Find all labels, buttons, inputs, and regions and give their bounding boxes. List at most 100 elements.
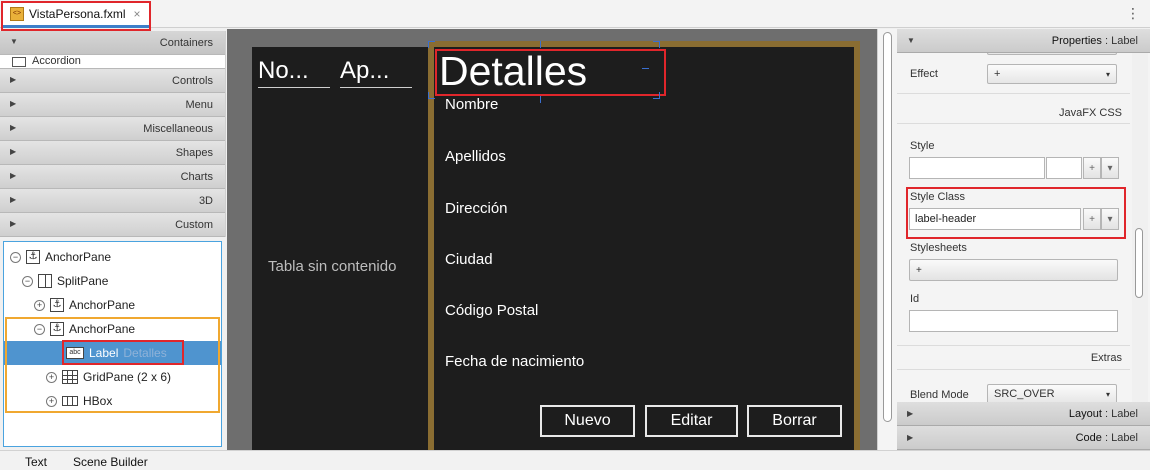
canvas-scroll-thumb[interactable]	[883, 32, 892, 422]
tree-node-anchorpane-root[interactable]: − ⚓ AnchorPane	[10, 247, 111, 267]
borrar-button[interactable]: Borrar	[747, 405, 842, 437]
code-section-header[interactable]: ▶ Code : Label	[897, 426, 1150, 450]
effect-combo[interactable]: + ▾	[987, 64, 1117, 84]
collapse-toggle-icon[interactable]: −	[22, 275, 33, 287]
field-label-direccion: Dirección	[445, 200, 508, 217]
tree-node-anchorpane-left[interactable]: + ⚓ AnchorPane	[34, 295, 135, 315]
field-label-codigo-postal: Código Postal	[445, 302, 539, 319]
tab-text[interactable]: Text	[25, 455, 47, 469]
properties-section-header[interactable]: ▼ Properties : Label	[897, 29, 1150, 53]
field-label-apellidos: Apellidos	[445, 148, 506, 165]
expand-toggle-icon[interactable]: +	[34, 299, 45, 311]
layout-section-header[interactable]: ▶ Layout : Label	[897, 402, 1150, 426]
selection-handle[interactable]	[653, 41, 660, 48]
expand-toggle-icon[interactable]: +	[46, 371, 57, 383]
separator	[897, 123, 1130, 124]
field-label-ciudad: Ciudad	[445, 251, 493, 268]
library-section-controls[interactable]: ▶ Controls	[0, 69, 225, 93]
library-section-menu[interactable]: ▶ Menu	[0, 93, 225, 117]
anchor-icon: ⚓	[50, 322, 64, 336]
separator	[897, 345, 1130, 346]
anchor-icon: ⚓	[26, 250, 40, 264]
table-column-nombre[interactable]: No...	[258, 57, 330, 88]
library-section-3d[interactable]: ▶ 3D	[0, 189, 225, 213]
blend-mode-combo[interactable]: SRC_OVER ▾	[987, 384, 1117, 403]
collapse-toggle-icon[interactable]: −	[10, 251, 21, 263]
blend-mode-value: SRC_OVER	[994, 388, 1055, 400]
tree-node-hbox[interactable]: + HBox	[46, 391, 112, 411]
expand-toggle-icon[interactable]: +	[46, 395, 57, 407]
document-tab[interactable]: <> VistaPersona.fxml ×	[2, 2, 150, 28]
code-title: Code	[1075, 431, 1102, 444]
tree-node-anchorpane-right[interactable]: − ⚓ AnchorPane	[34, 319, 135, 339]
more-options-icon[interactable]: ⋮	[1126, 6, 1140, 20]
library-section-label: 3D	[198, 194, 213, 207]
close-tab-icon[interactable]: ×	[134, 7, 141, 21]
canvas-vertical-scrollbar[interactable]	[877, 29, 897, 450]
tree-node-gridpane[interactable]: + GridPane (2 x 6)	[46, 367, 171, 387]
tree-node-label: AnchorPane	[45, 250, 112, 264]
tree-node-label: GridPane (2 x 6)	[83, 370, 172, 384]
collapse-toggle-icon[interactable]: −	[34, 323, 45, 335]
table-empty-message: Tabla sin contenido	[268, 258, 397, 275]
tree-node-label-detalles[interactable]: abc Label Detalles	[66, 343, 167, 363]
properties-title: Properties	[1051, 34, 1102, 47]
selection-handle[interactable]	[540, 41, 547, 48]
style-class-input[interactable]: label-header	[909, 208, 1081, 230]
library-section-label: Shapes	[175, 146, 213, 159]
table-column-apellidos[interactable]: Ap...	[340, 57, 412, 88]
selection-handle[interactable]	[653, 92, 660, 99]
stylesheets-label: Stylesheets	[910, 242, 967, 254]
accordion-icon	[12, 57, 26, 67]
document-tab-title: VistaPersona.fxml	[29, 6, 126, 21]
selection-handle[interactable]	[642, 68, 649, 75]
table-pane	[252, 47, 428, 450]
grid-pane-icon	[62, 370, 78, 384]
tree-node-splitpane[interactable]: − SplitPane	[22, 271, 108, 291]
chevron-right-icon: ▶	[907, 433, 914, 442]
inspector-scroll-thumb[interactable]	[1135, 228, 1143, 298]
selection-handle[interactable]	[428, 92, 435, 99]
library-section-shapes[interactable]: ▶ Shapes	[0, 141, 225, 165]
chevron-right-icon: ▶	[10, 99, 17, 108]
extras-section-label: Extras	[1090, 352, 1122, 364]
style-input[interactable]	[909, 157, 1045, 179]
library-section-custom[interactable]: ▶ Custom	[0, 213, 225, 237]
library-section-charts[interactable]: ▶ Charts	[0, 165, 225, 189]
details-header-label[interactable]: Detalles	[439, 46, 587, 96]
library-section-label: Containers	[159, 36, 213, 49]
dropdown-arrow-icon: ▾	[1105, 390, 1110, 399]
tree-node-sublabel: Detalles	[123, 346, 167, 360]
blend-mode-label: Blend Mode	[910, 389, 969, 401]
selection-handle[interactable]	[428, 41, 435, 48]
chevron-right-icon: ▶	[907, 409, 914, 418]
library-panel: ▼ Containers Accordion ▶ Controls ▶ Menu…	[0, 31, 226, 237]
editar-button[interactable]: Editar	[645, 405, 738, 437]
library-section-containers[interactable]: ▼ Containers	[0, 31, 225, 55]
chevron-right-icon: ▶	[10, 75, 17, 84]
chevron-right-icon: ▶	[10, 195, 17, 204]
stylesheets-add-button[interactable]: +	[909, 259, 1118, 281]
inspector-scrollbar[interactable]	[1132, 53, 1148, 403]
id-input[interactable]	[909, 310, 1118, 332]
field-label-fecha-nacimiento: Fecha de nacimiento	[445, 353, 585, 370]
library-section-miscellaneous[interactable]: ▶ Miscellaneous	[0, 117, 225, 141]
chevron-down-icon: ▼	[907, 36, 915, 45]
nuevo-button[interactable]: Nuevo	[540, 405, 635, 437]
layout-subtitle: : Label	[1104, 407, 1138, 420]
style-dropdown-button[interactable]: ▾	[1101, 157, 1119, 179]
layout-title: Layout	[1068, 407, 1102, 420]
library-item-accordion[interactable]: Accordion	[0, 55, 225, 69]
effect-value: +	[994, 68, 1001, 80]
style-value-input[interactable]	[1046, 157, 1082, 179]
chevron-right-icon: ▶	[10, 171, 17, 180]
previous-property-field[interactable]	[987, 53, 1117, 55]
separator	[897, 93, 1130, 94]
style-add-button[interactable]: +	[1083, 157, 1101, 179]
library-section-label: Menu	[185, 98, 213, 111]
style-class-dropdown-button[interactable]: ▾	[1101, 208, 1119, 230]
selection-handle[interactable]	[540, 96, 547, 103]
tab-scene-builder[interactable]: Scene Builder	[73, 455, 148, 469]
style-class-add-button[interactable]: +	[1083, 208, 1101, 230]
chevron-right-icon: ▶	[10, 123, 17, 132]
